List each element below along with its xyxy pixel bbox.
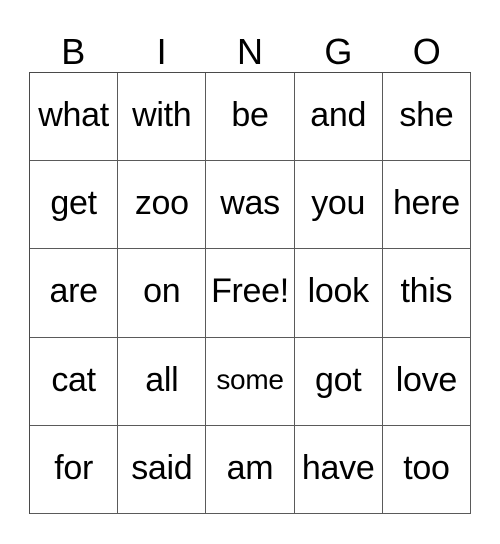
cell-word: on [143,272,181,311]
header-letter-i: I [156,31,167,72]
cell-word: cat [51,360,96,399]
bingo-cell[interactable]: you [294,161,383,250]
bingo-cell[interactable]: have [294,425,383,514]
bingo-cell[interactable]: said [118,425,207,514]
cell-word: zoo [134,184,189,223]
bingo-header: B I N G O [29,30,471,72]
bingo-cell[interactable]: cat [30,337,119,426]
bingo-cell[interactable]: she [382,73,471,162]
cell-word: she [399,96,454,135]
cell-word: have [301,448,375,487]
cell-word: too [403,448,450,487]
bingo-cell[interactable]: here [382,161,471,250]
bingo-cell[interactable]: be [206,73,295,162]
bingo-cell[interactable]: what [30,73,119,162]
bingo-cell[interactable]: for [30,425,119,514]
cell-word: are [49,272,98,311]
bingo-cell[interactable]: on [118,249,207,338]
cell-word: with [132,96,192,135]
cell-word: was [220,184,280,223]
cell-word: am [226,448,274,487]
cell-word: this [400,272,453,311]
bingo-cell[interactable]: zoo [118,161,207,250]
cell-word: all [145,360,179,399]
cell-word: got [315,360,362,399]
free-space-label: Free! [211,272,289,311]
cell-word: get [50,184,97,223]
header-letter-n: N [236,31,263,72]
cell-word: look [307,272,369,311]
cell-word: what [38,96,109,135]
bingo-cell[interactable]: got [294,337,383,426]
header-letter-b: B [61,31,86,72]
bingo-grid: what with be and she get zoo was you her… [29,72,471,514]
bingo-cell[interactable]: some [206,337,295,426]
cell-word: here [392,184,460,223]
bingo-cell[interactable]: too [382,425,471,514]
header-letter-g: G [324,31,353,72]
cell-word: and [310,96,367,135]
bingo-cell[interactable]: get [30,161,119,250]
cell-word: be [231,96,269,135]
bingo-cell[interactable]: with [118,73,207,162]
free-space-cell[interactable]: Free! [206,249,295,338]
bingo-cell[interactable]: am [206,425,295,514]
bingo-cell[interactable]: look [294,249,383,338]
bingo-cell[interactable]: love [382,337,471,426]
cell-word: love [395,360,457,399]
cell-word: you [311,184,366,223]
bingo-cell[interactable]: all [118,337,207,426]
cell-word: some [216,364,284,396]
cell-word: said [131,448,193,487]
bingo-cell[interactable]: are [30,249,119,338]
header-letter-o: O [412,31,441,72]
bingo-cell[interactable]: this [382,249,471,338]
bingo-cell[interactable]: was [206,161,295,250]
bingo-cell[interactable]: and [294,73,383,162]
cell-word: for [54,448,93,487]
